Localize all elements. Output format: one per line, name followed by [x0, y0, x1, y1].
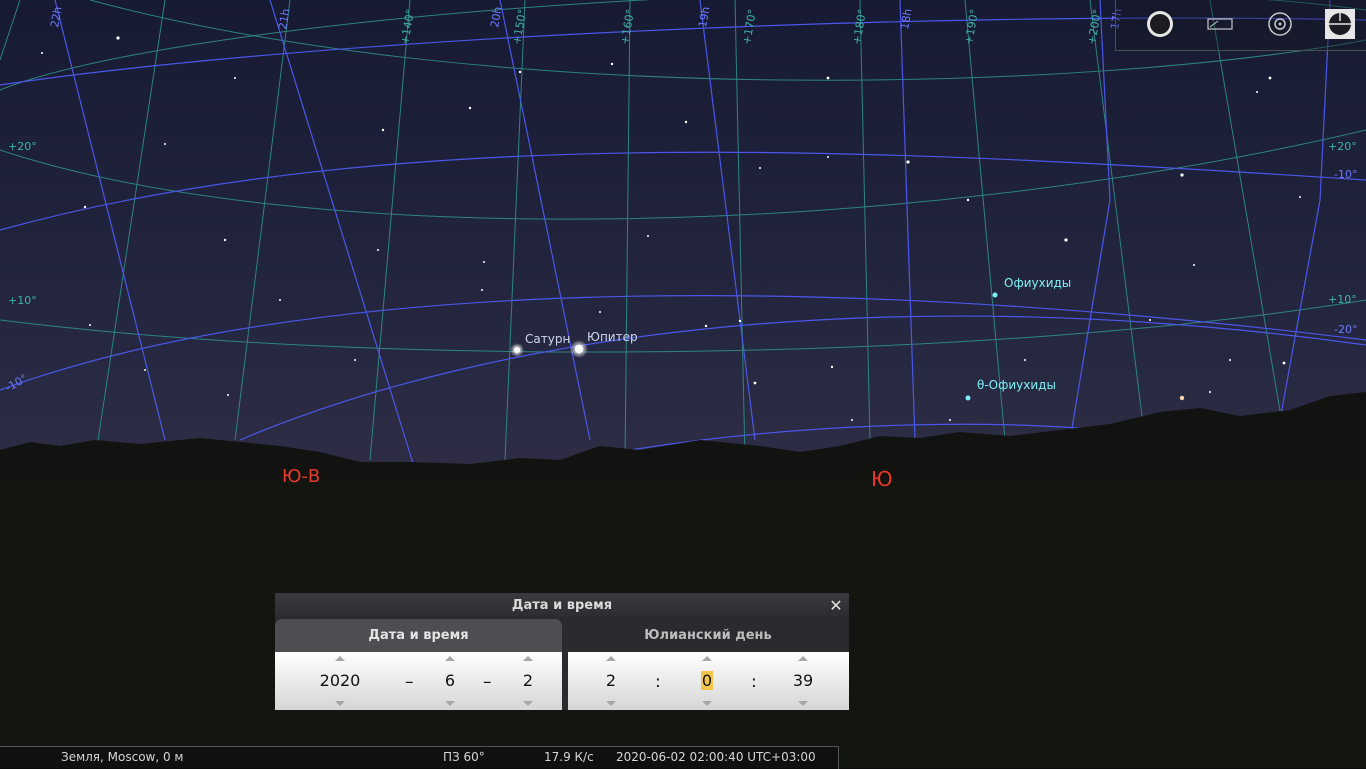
- time-separator: :: [751, 672, 757, 692]
- hour-spinner[interactable]: 2: [591, 652, 631, 710]
- increment-arrow-icon[interactable]: [445, 656, 455, 661]
- date-time-dialog: Дата и время ✕ Дата и время Юлианский де…: [275, 593, 849, 710]
- month-spinner[interactable]: 6: [430, 652, 470, 710]
- increment-arrow-icon[interactable]: [523, 656, 533, 661]
- status-datetime[interactable]: 2020-06-02 02:00:40 UTC+03:00: [616, 750, 816, 764]
- decrement-arrow-icon[interactable]: [523, 701, 533, 706]
- date-separator: –: [483, 672, 492, 692]
- decrement-arrow-icon[interactable]: [335, 701, 345, 706]
- time-panel: 2 : 0 : 39: [568, 652, 849, 710]
- status-fov: ПЗ 60°: [443, 750, 485, 764]
- day-spinner[interactable]: 2: [508, 652, 548, 710]
- dialog-title[interactable]: Дата и время: [275, 593, 849, 619]
- dec-label: -20°: [1334, 323, 1357, 336]
- decrement-arrow-icon[interactable]: [798, 701, 808, 706]
- year-spinner[interactable]: 2020: [305, 652, 375, 710]
- status-location[interactable]: Земля, Moscow, 0 м: [61, 750, 183, 764]
- tab-julian-day[interactable]: Юлианский день: [567, 619, 849, 652]
- tab-date-time[interactable]: Дата и время: [275, 619, 562, 652]
- decrement-arrow-icon[interactable]: [702, 701, 712, 706]
- date-separator: –: [405, 672, 414, 692]
- close-icon[interactable]: ✕: [827, 597, 845, 615]
- status-bar: Земля, Moscow, 0 м ПЗ 60° 17.9 К/с 2020-…: [0, 746, 1366, 769]
- date-panel: 2020 – 6 – 2: [275, 652, 562, 710]
- sky-background: [0, 0, 1366, 470]
- minute-spinner[interactable]: 0: [687, 652, 727, 710]
- grid-icon[interactable]: [1324, 8, 1356, 40]
- dec-label: -10°: [1334, 168, 1357, 181]
- fullscreen-icon[interactable]: [1144, 8, 1176, 40]
- cardinal-southeast: Ю-В: [282, 466, 321, 487]
- increment-arrow-icon[interactable]: [702, 656, 712, 661]
- dec-label: +10°: [1328, 293, 1357, 306]
- window-icon[interactable]: [1204, 8, 1236, 40]
- dec-label: +10°: [8, 294, 37, 307]
- increment-arrow-icon[interactable]: [798, 656, 808, 661]
- month-value[interactable]: 6: [430, 671, 470, 691]
- second-spinner[interactable]: 39: [783, 652, 823, 710]
- cardinal-south: Ю: [871, 467, 893, 491]
- target-icon[interactable]: [1264, 8, 1296, 40]
- minute-value[interactable]: 0: [700, 671, 714, 690]
- status-fps: 17.9 К/с: [544, 750, 594, 764]
- hour-value[interactable]: 2: [591, 671, 631, 691]
- day-value[interactable]: 2: [508, 671, 548, 691]
- increment-arrow-icon[interactable]: [335, 656, 345, 661]
- ophiuchids-label[interactable]: Офиухиды: [1004, 276, 1071, 290]
- minute-field[interactable]: 0: [687, 671, 727, 691]
- dec-label: +20°: [1328, 140, 1357, 153]
- ophiuchids-radiant[interactable]: [992, 292, 998, 298]
- theta-ophiuchids-label[interactable]: θ-Офиухиды: [977, 378, 1056, 392]
- decrement-arrow-icon[interactable]: [445, 701, 455, 706]
- saturn-label[interactable]: Сатурн: [525, 332, 570, 346]
- dec-label: +20°: [8, 140, 37, 153]
- decrement-arrow-icon[interactable]: [606, 701, 616, 706]
- top-toolbar: [1115, 0, 1366, 51]
- theta-ophiuchids-radiant[interactable]: [965, 395, 971, 401]
- increment-arrow-icon[interactable]: [606, 656, 616, 661]
- jupiter-label[interactable]: Юпитер: [587, 330, 638, 344]
- second-value[interactable]: 39: [783, 671, 823, 691]
- time-separator: :: [655, 672, 661, 692]
- year-value[interactable]: 2020: [305, 671, 375, 691]
